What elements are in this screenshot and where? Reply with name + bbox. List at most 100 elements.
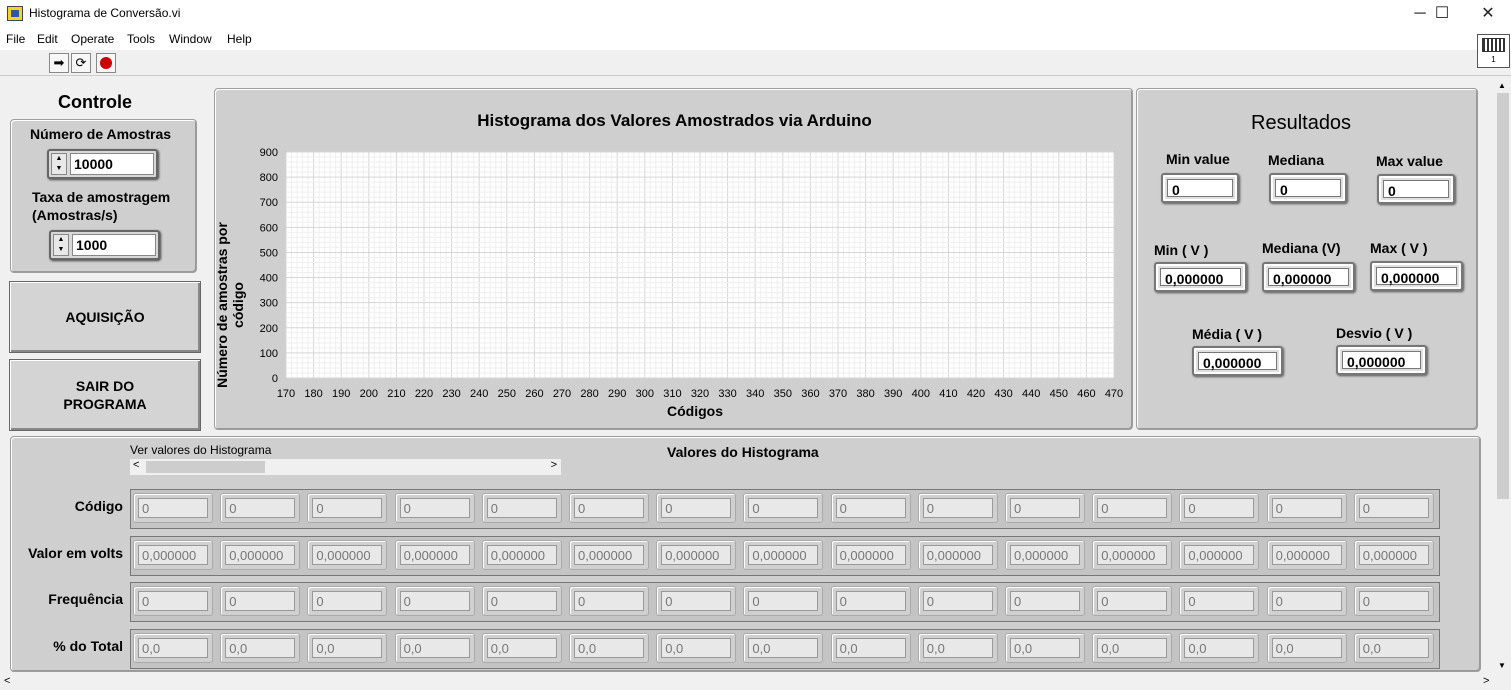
run-continuous-icon[interactable]: ⟳ xyxy=(71,53,91,73)
histogram-cell: 0,000000 xyxy=(1179,540,1260,570)
median-v-indicator: 0,000000 xyxy=(1262,262,1355,292)
menu-file[interactable]: File xyxy=(6,32,25,46)
y-tick-label: 200 xyxy=(260,323,278,335)
histogram-cell: 0,0 xyxy=(830,633,911,663)
x-tick-label: 390 xyxy=(884,388,902,400)
histogram-cell: 0,000000 xyxy=(307,540,388,570)
histogram-chart: 170 180 190 200 210 220 230 240 250 260 270 280 290 3… xyxy=(260,147,1124,400)
y-tick-label: 700 xyxy=(260,197,278,209)
x-tick-label: 310 xyxy=(663,388,681,400)
chart-panel: Histograma dos Valores Amostrados via Ar… xyxy=(214,88,1133,430)
histogram-cell: 0 xyxy=(394,586,475,616)
x-tick-label: 180 xyxy=(304,388,322,400)
histogram-cell: 0,000000 xyxy=(917,540,998,570)
x-tick-label: 420 xyxy=(967,388,985,400)
x-tick-label: 430 xyxy=(994,388,1012,400)
histogram-cell: 0,000000 xyxy=(1266,540,1347,570)
exit-button[interactable]: SAIR DO PROGRAMA xyxy=(9,359,201,431)
menu-edit[interactable]: Edit xyxy=(37,32,58,46)
histogram-cell: 0 xyxy=(743,493,824,523)
histogram-cell: 0 xyxy=(133,586,213,616)
maximize-button[interactable]: ☐ xyxy=(1419,0,1465,28)
vertical-scrollbar[interactable]: ▲ ▼ xyxy=(1495,77,1511,674)
histogram-cell: 0 xyxy=(830,586,911,616)
x-tick-label: 280 xyxy=(580,388,598,400)
menu-help[interactable]: Help xyxy=(227,32,252,46)
menu-operate[interactable]: Operate xyxy=(71,32,114,46)
menu-tools[interactable]: Tools xyxy=(127,32,155,46)
histogram-cell: 0 xyxy=(1179,493,1260,523)
histogram-cell: 0 xyxy=(1179,586,1260,616)
acquire-button[interactable]: AQUISIÇÃO xyxy=(9,281,201,353)
histogram-cell: 0 xyxy=(569,586,649,616)
menu-window[interactable]: Window xyxy=(169,32,212,46)
histogram-cell: 0 xyxy=(1266,586,1347,616)
histogram-cell: 0 xyxy=(220,493,301,523)
histogram-cell: 0 xyxy=(307,493,388,523)
rate-control[interactable]: ▲ ▼ 1000 xyxy=(49,230,160,260)
x-tick-label: 230 xyxy=(442,388,460,400)
x-tick-label: 370 xyxy=(829,388,847,400)
histogram-scroll-thumb[interactable] xyxy=(146,461,265,473)
y-tick-label: 900 xyxy=(260,147,278,159)
histogram-cell: 0,0 xyxy=(569,633,649,663)
x-tick-label: 300 xyxy=(636,388,654,400)
histogram-cell: 0,000000 xyxy=(830,540,911,570)
close-button[interactable]: ✕ xyxy=(1465,0,1511,28)
histogram-cell: 0 xyxy=(917,586,998,616)
x-tick-label: 470 xyxy=(1105,388,1123,400)
histogram-cell: 0 xyxy=(1353,586,1434,616)
window-title: Histograma de Conversão.vi xyxy=(29,6,181,20)
histogram-cell: 0 xyxy=(743,586,824,616)
median-label: Mediana xyxy=(1268,152,1325,168)
histogram-values-title: Valores do Histograma xyxy=(667,444,819,460)
histogram-cell: 0,0 xyxy=(133,633,213,663)
y-tick-label: 100 xyxy=(260,348,278,360)
histogram-cell: 0,000000 xyxy=(133,540,213,570)
y-tick-label: 600 xyxy=(260,222,278,234)
abort-icon[interactable] xyxy=(96,53,116,73)
control-title: Controle xyxy=(58,92,132,112)
max-v-label: Max ( V ) xyxy=(1370,240,1428,256)
histogram-cell: 0,0 xyxy=(1005,633,1085,663)
histogram-cell: 0 xyxy=(481,493,562,523)
samples-value[interactable]: 10000 xyxy=(70,153,154,175)
horizontal-scrollbar[interactable]: < > xyxy=(0,674,1495,690)
mean-label: Média ( V ) xyxy=(1192,326,1263,342)
histogram-cell: 0,0 xyxy=(1353,633,1434,663)
results-panel: Resultados Min value 0 Mediana 0 Max val… xyxy=(1136,88,1478,430)
samples-spinner-icon[interactable]: ▲ ▼ xyxy=(51,153,67,175)
rate-value[interactable]: 1000 xyxy=(72,234,156,256)
histogram-cell: 0 xyxy=(1353,493,1434,523)
std-indicator: 0,000000 xyxy=(1336,345,1427,375)
y-tick-label: 400 xyxy=(260,273,278,285)
histogram-cell: 0,0 xyxy=(307,633,388,663)
histogram-cell: 0 xyxy=(481,586,562,616)
histogram-cell: 0,0 xyxy=(220,633,301,663)
histogram-cell: 0,000000 xyxy=(1005,540,1085,570)
histogram-cell: 0,000000 xyxy=(481,540,562,570)
x-tick-label: 220 xyxy=(415,388,433,400)
x-tick-label: 450 xyxy=(1050,388,1068,400)
min-v-indicator: 0,000000 xyxy=(1154,262,1247,292)
run-arrow-icon[interactable]: ➡ xyxy=(49,53,69,73)
min-value-indicator: 0 xyxy=(1161,173,1239,203)
y-tick-label: 800 xyxy=(260,172,278,184)
histogram-cell: 0 xyxy=(1092,586,1173,616)
rate-label: Taxa de amostragem (Amostras/s) xyxy=(32,189,171,223)
vertical-scroll-thumb[interactable] xyxy=(1497,93,1509,499)
samples-control[interactable]: ▲ ▼ 10000 xyxy=(47,149,158,179)
max-v-indicator: 0,000000 xyxy=(1370,261,1463,291)
histogram-cell: 0,000000 xyxy=(220,540,301,570)
histogram-cell: 0,000000 xyxy=(1353,540,1434,570)
histogram-row-label: % do Total xyxy=(53,638,123,654)
results-title: Resultados xyxy=(1251,112,1352,134)
rate-spinner-icon[interactable]: ▲ ▼ xyxy=(53,234,69,256)
x-tick-label: 240 xyxy=(470,388,488,400)
histogram-row-label: Frequência xyxy=(48,591,123,607)
histogram-scrollbar[interactable]: < > xyxy=(130,459,561,475)
x-tick-label: 350 xyxy=(774,388,792,400)
histogram-cell: 0,0 xyxy=(656,633,737,663)
histogram-cell: 0 xyxy=(1092,493,1173,523)
histogram-cell: 0 xyxy=(1005,493,1085,523)
